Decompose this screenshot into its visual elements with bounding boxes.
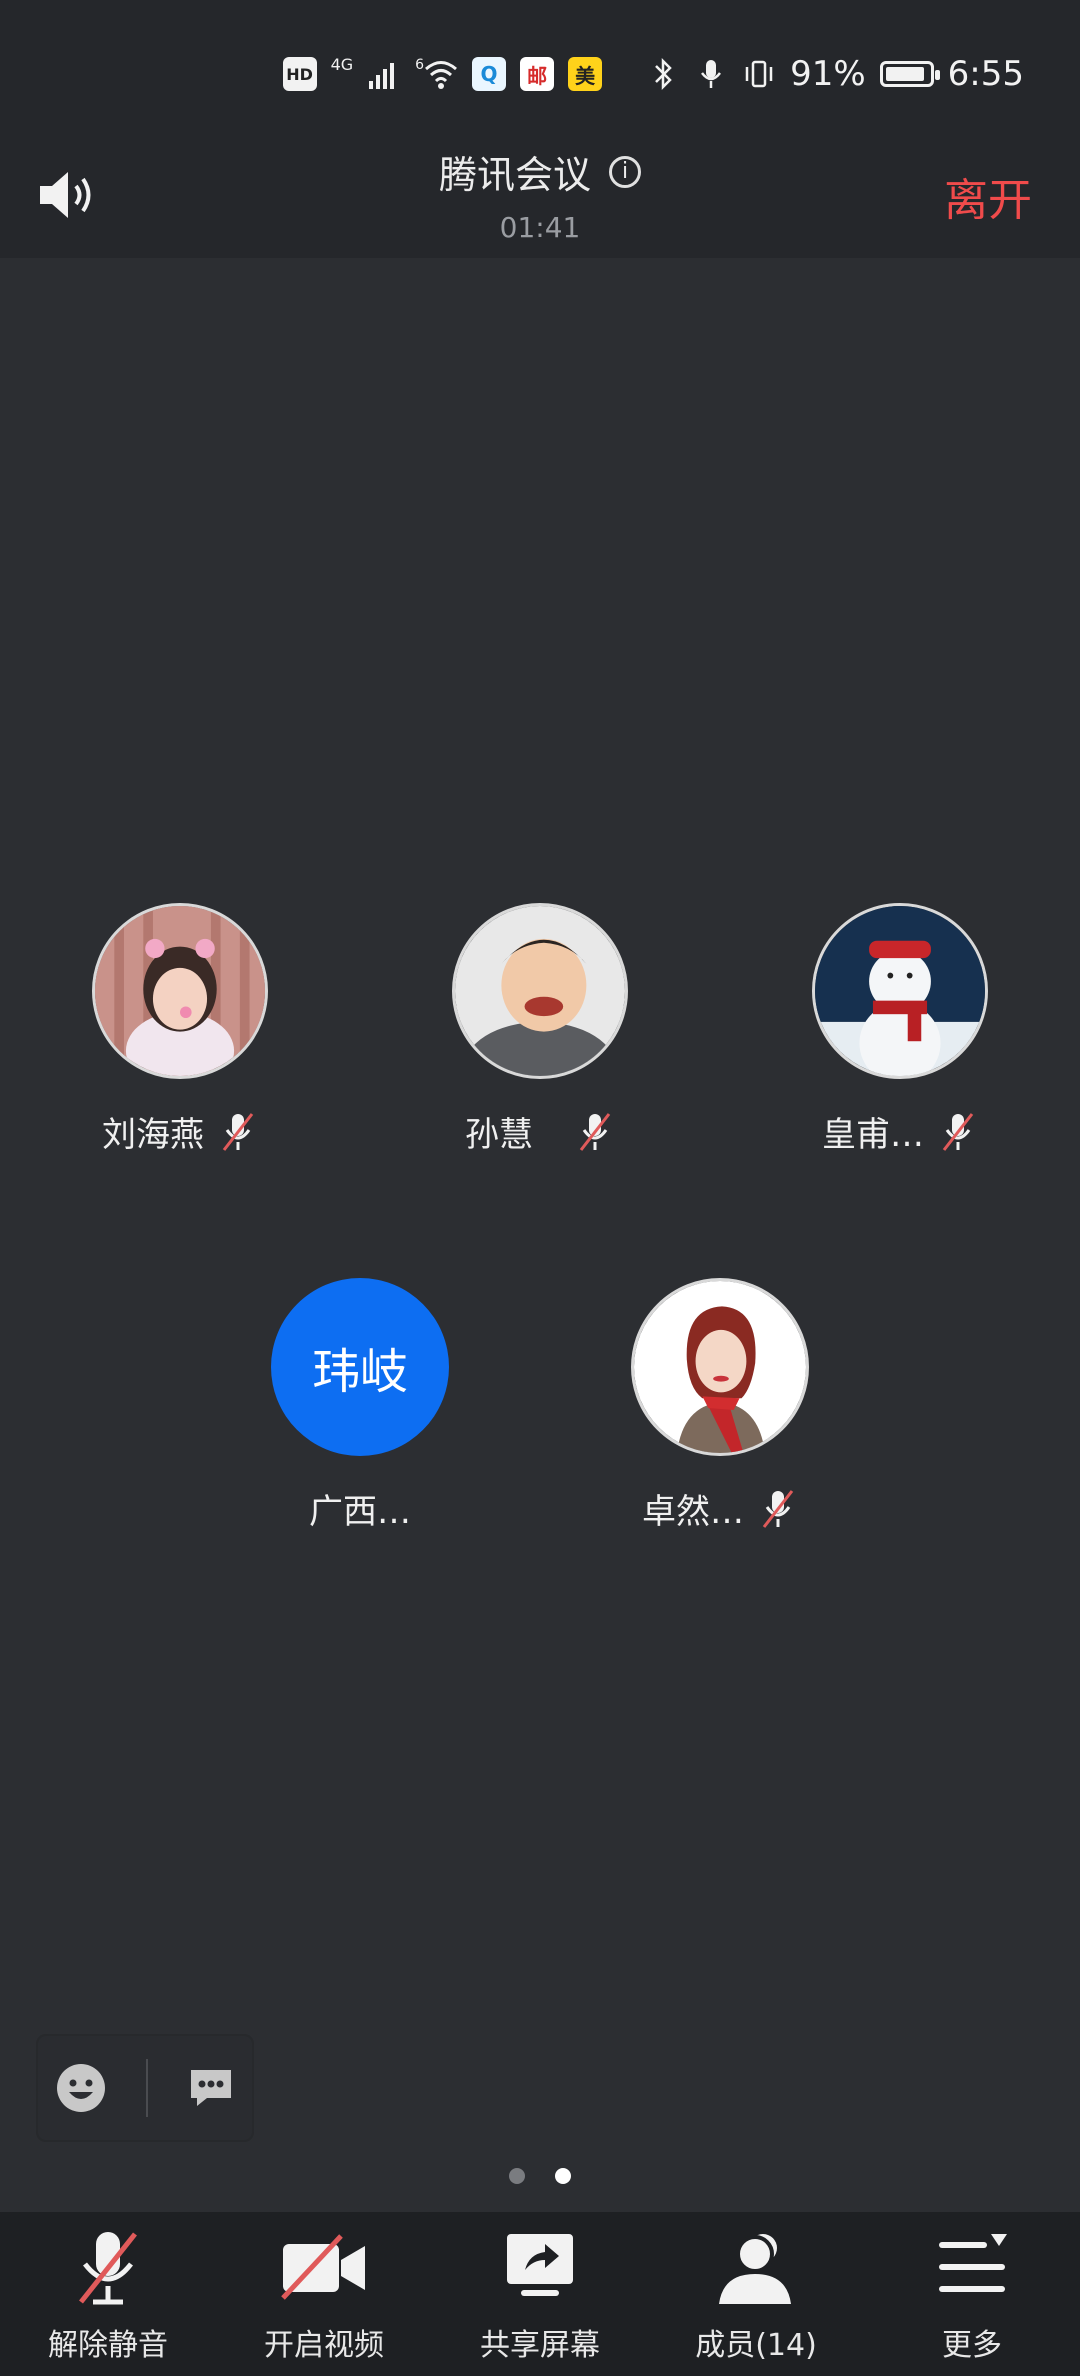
divider (145, 2059, 148, 2117)
more-label: 更多 (942, 2328, 1002, 2363)
participant-name: 皇甫… (822, 1115, 924, 1155)
boy-photo-avatar (455, 906, 625, 1076)
girl-photo-avatar (95, 906, 265, 1076)
vibrate-icon (745, 60, 773, 88)
mail-app-icon: 邮 (520, 57, 555, 91)
microphone-status-icon (701, 60, 722, 88)
participant-tile[interactable]: 刘海燕 (60, 903, 300, 1156)
mic-muted-icon (222, 1112, 254, 1151)
more-button[interactable]: 更多 (872, 2212, 1072, 2376)
hd-icon: HD (282, 57, 317, 91)
members-button[interactable]: 成员(14) (656, 2212, 856, 2376)
snowman-photo-avatar (815, 906, 985, 1076)
share-screen-button[interactable]: 共享屏幕 (440, 2212, 640, 2376)
mic-muted-icon (942, 1112, 974, 1151)
meeting-timer: 01:41 (499, 211, 581, 244)
avatar-initials: 玮岐 (271, 1278, 449, 1456)
participant-tile[interactable]: 皇甫… (780, 903, 1020, 1156)
emoji-icon[interactable] (55, 2062, 107, 2114)
meeting-header: 腾讯会议 i 01:41 离开 (0, 130, 1080, 258)
video-off-icon (281, 2234, 365, 2300)
avatar (812, 903, 988, 1079)
page-dot[interactable] (509, 2168, 525, 2184)
participant-name: 广西… (309, 1492, 411, 1532)
info-icon[interactable]: i (609, 155, 641, 188)
bluetooth-icon (655, 57, 672, 91)
leave-button[interactable]: 离开 (944, 164, 1032, 228)
chat-icon[interactable] (187, 2066, 235, 2110)
participant-name: 卓然… (642, 1492, 744, 1532)
meeting-title-row[interactable]: 腾讯会议 i (439, 144, 641, 199)
title-area: 腾讯会议 i 01:41 (0, 144, 1080, 244)
members-icon (719, 2234, 791, 2304)
meituan-app-icon: 美 (568, 57, 603, 91)
clock: 6:55 (947, 54, 1024, 94)
battery-fill (885, 67, 924, 81)
page-indicator (0, 2168, 1080, 2184)
qq-app-icon: Q (472, 57, 507, 91)
avatar (92, 903, 268, 1079)
participant-name-row: 广西… (240, 1484, 480, 1533)
participant-name-row: 卓然… (600, 1484, 840, 1533)
participant-name-row: 刘海燕 (60, 1107, 300, 1156)
bottom-toolbar: 解除静音 开启视频 共享屏幕 成员(14) 更多 (0, 2212, 1080, 2376)
battery-percent: 91% (790, 54, 866, 94)
unmute-button[interactable]: 解除静音 (8, 2212, 208, 2376)
participant-name-row: 孙慧 (420, 1107, 660, 1156)
status-icons: HD 4G 6 Q 邮 美 91% 6:55 (282, 54, 1024, 94)
reaction-chat-box (36, 2034, 254, 2142)
status-bar: HD 4G 6 Q 邮 美 91% 6:55 (0, 0, 1080, 130)
mic-muted-icon (579, 1112, 611, 1151)
wifi-indicator: 6 (415, 57, 458, 91)
participant-tile[interactable]: 玮岐 广西… (240, 1278, 480, 1533)
more-menu-icon (939, 2234, 1007, 2292)
woman-illustration-avatar (634, 1281, 806, 1453)
participant-tile[interactable]: 卓然… (600, 1278, 840, 1533)
page-dot-active[interactable] (555, 2168, 571, 2184)
wifi-icon (425, 61, 458, 89)
share-screen-label: 共享屏幕 (480, 2328, 600, 2363)
participant-name: 孙慧 (465, 1115, 533, 1155)
mic-muted-icon (762, 1489, 794, 1528)
participant-name-row: 皇甫… (780, 1107, 1020, 1156)
share-screen-icon (507, 2234, 573, 2296)
avatar (452, 903, 628, 1079)
meeting-title: 腾讯会议 (438, 153, 591, 197)
participant-tile[interactable]: 孙慧 (420, 903, 660, 1156)
start-video-label: 开启视频 (264, 2328, 384, 2363)
network-type: 4G (330, 54, 354, 74)
participant-name: 刘海燕 (102, 1115, 204, 1155)
avatar (631, 1278, 809, 1456)
start-video-button[interactable]: 开启视频 (224, 2212, 424, 2376)
signal-icon (369, 63, 395, 89)
members-label: 成员(14) (695, 2328, 817, 2363)
unmute-label: 解除静音 (48, 2328, 168, 2363)
mic-muted-icon (79, 2232, 137, 2305)
battery-icon (879, 61, 940, 87)
